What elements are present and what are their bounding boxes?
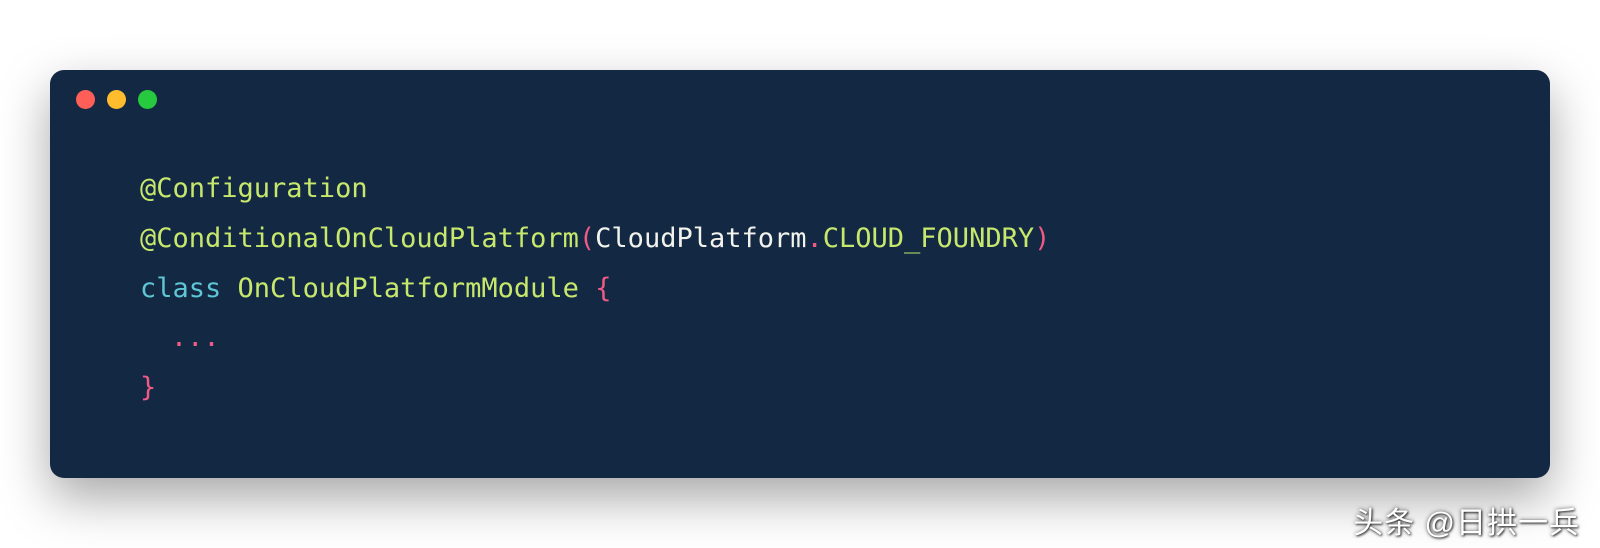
dot-operator: . [807, 223, 823, 254]
minimize-icon[interactable] [107, 90, 126, 109]
annotation-conditional: @ConditionalOnCloudPlatform [140, 223, 579, 254]
maximize-icon[interactable] [138, 90, 157, 109]
enum-constant: CLOUD_FOUNDRY [823, 223, 1034, 254]
class-name: OnCloudPlatformModule [238, 273, 579, 304]
close-icon[interactable] [76, 90, 95, 109]
class-keyword: class [140, 273, 221, 304]
watermark-text: 头条 @日拱一兵 [1353, 498, 1580, 542]
close-brace: } [140, 372, 156, 403]
annotation-configuration: @Configuration [140, 173, 368, 204]
window-titlebar [50, 70, 1550, 109]
ellipsis: ... [171, 322, 220, 353]
open-paren: ( [579, 223, 595, 254]
class-ref: CloudPlatform [595, 223, 806, 254]
code-block: @Configuration @ConditionalOnCloudPlatfo… [50, 109, 1550, 479]
code-window: @Configuration @ConditionalOnCloudPlatfo… [50, 70, 1550, 479]
close-paren: ) [1034, 223, 1050, 254]
open-brace: { [595, 273, 611, 304]
